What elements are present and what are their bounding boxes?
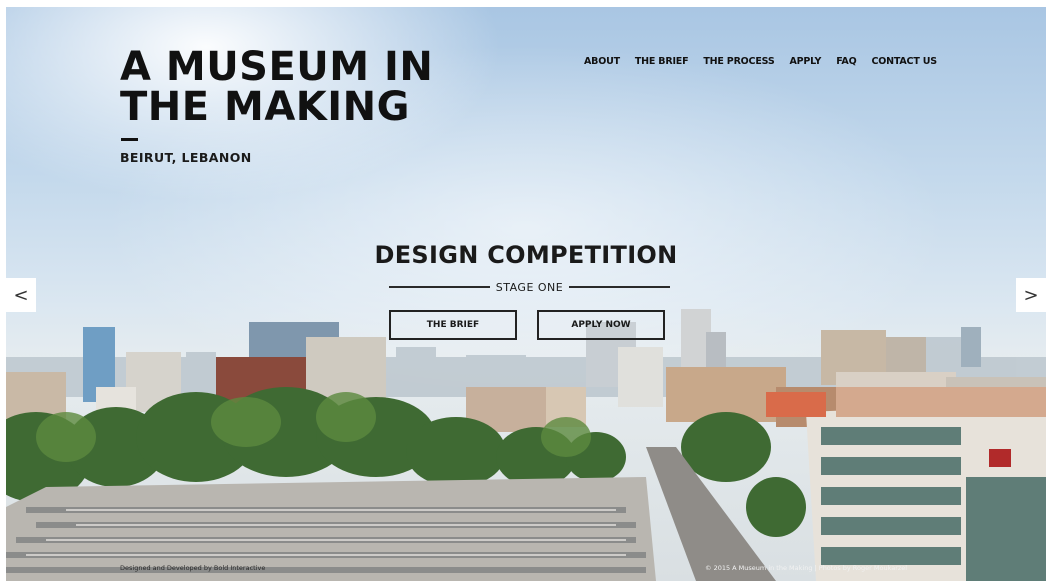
footer-copyright: © 2015 A Museum in the Making | Photos b…: [705, 564, 908, 572]
apply-now-button[interactable]: APPLY NOW: [537, 310, 665, 340]
nav-contact-us[interactable]: CONTACT US: [871, 56, 937, 67]
location-label: BEIRUT, LEBANON: [120, 150, 252, 165]
logo-line-2: THE MAKING: [120, 84, 410, 130]
chevron-right-icon[interactable]: >: [1016, 278, 1046, 312]
nav-faq[interactable]: FAQ: [836, 56, 856, 67]
footer-credit[interactable]: Designed and Developed by Bold Interacti…: [120, 564, 265, 572]
nav-about[interactable]: ABOUT: [584, 56, 620, 67]
main-nav: ABOUT THE BRIEF THE PROCESS APPLY FAQ CO…: [584, 56, 952, 67]
site-logo[interactable]: A MUSEUM IN THE MAKING: [120, 47, 433, 127]
nav-the-brief[interactable]: THE BRIEF: [635, 56, 689, 67]
stage-label-row: STAGE ONE: [389, 279, 670, 295]
the-brief-button[interactable]: THE BRIEF: [389, 310, 517, 340]
chevron-left-icon[interactable]: <: [6, 278, 36, 312]
stage-label: STAGE ONE: [495, 280, 564, 294]
nav-apply[interactable]: APPLY: [789, 56, 821, 67]
stage-rule-right: [569, 286, 670, 288]
stage-rule-left: [389, 286, 490, 288]
hero-title: DESIGN COMPETITION: [374, 241, 678, 269]
logo-line-1: A MUSEUM IN: [120, 44, 434, 90]
logo-divider: [121, 138, 138, 141]
hero-slide: A MUSEUM IN THE MAKING BEIRUT, LEBANON A…: [6, 7, 1046, 581]
nav-the-process[interactable]: THE PROCESS: [703, 56, 774, 67]
